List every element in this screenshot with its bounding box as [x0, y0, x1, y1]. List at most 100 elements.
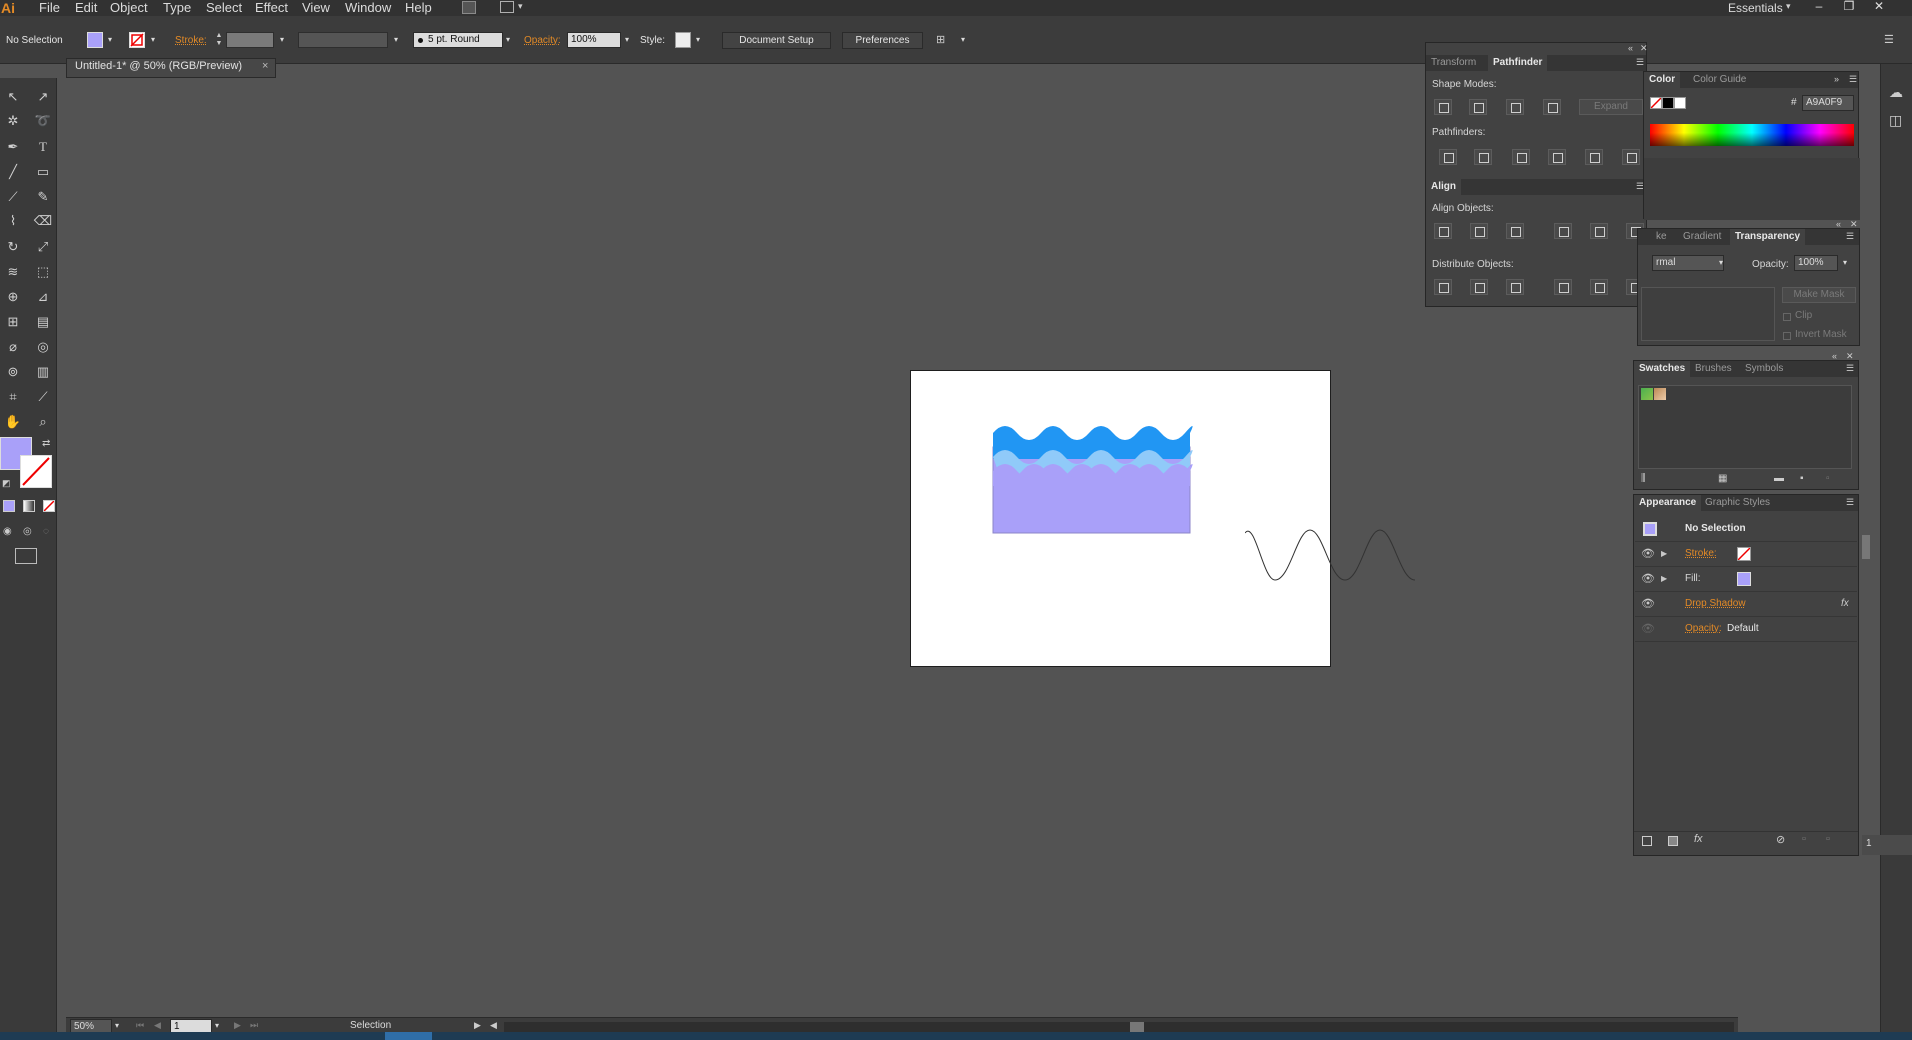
- stroke-label[interactable]: Stroke:: [175, 34, 207, 48]
- fill-dropdown-icon[interactable]: ▾: [105, 32, 115, 48]
- align-to-icon[interactable]: ⊞: [936, 33, 945, 46]
- appearance-stroke-label[interactable]: Stroke:: [1685, 542, 1717, 566]
- opacity-label[interactable]: Opacity:: [524, 34, 561, 48]
- eye-icon[interactable]: 👁: [1641, 547, 1655, 561]
- appearance-fill-swatch[interactable]: [1737, 572, 1751, 586]
- menu-select[interactable]: Select: [206, 0, 242, 16]
- distribute-top-icon[interactable]: [1434, 279, 1452, 295]
- expand-button[interactable]: Expand: [1579, 99, 1643, 115]
- color-spectrum[interactable]: [1650, 124, 1854, 146]
- menu-file[interactable]: File: [39, 0, 60, 16]
- expand-triangle-icon[interactable]: ▶: [1661, 572, 1667, 586]
- rotate-tool-icon[interactable]: ↻: [2, 236, 24, 258]
- appearance-effect-row[interactable]: 👁 Drop Shadow fx: [1635, 592, 1857, 617]
- swatches-menu-icon[interactable]: ☰: [1846, 363, 1854, 374]
- transparency-collapse-icon[interactable]: «: [1836, 219, 1841, 229]
- tab-transform[interactable]: Transform: [1426, 55, 1481, 71]
- bridge-icon[interactable]: [462, 1, 476, 14]
- menu-effect[interactable]: Effect: [255, 0, 288, 16]
- warp-tool-icon[interactable]: ≋: [2, 261, 24, 283]
- unite-icon[interactable]: [1434, 99, 1452, 115]
- gradient-mode-icon[interactable]: [23, 500, 35, 512]
- column-graph-tool-icon[interactable]: ▥: [32, 361, 54, 383]
- tab-symbols[interactable]: Symbols: [1740, 361, 1788, 377]
- perspective-grid-tool-icon[interactable]: ⊿: [32, 286, 54, 308]
- brush-definition[interactable]: 5 pt. Round: [413, 32, 503, 48]
- screen-mode-icon[interactable]: [15, 548, 37, 564]
- appearance-opacity-row[interactable]: 👁 Opacity: Default: [1635, 617, 1857, 642]
- symbol-sprayer-tool-icon[interactable]: ⊚: [2, 361, 24, 383]
- opacity-dropdown-icon[interactable]: ▾: [622, 32, 632, 48]
- close-icon[interactable]: ✕: [1870, 0, 1888, 12]
- stroke-weight-field[interactable]: [226, 32, 274, 48]
- distribute-bottom-icon[interactable]: [1506, 279, 1524, 295]
- minus-front-icon[interactable]: [1469, 99, 1487, 115]
- gradient-tool-icon[interactable]: ▤: [32, 311, 54, 333]
- opacity-field[interactable]: 100%: [567, 32, 621, 48]
- show-swatch-kinds-icon[interactable]: ▦: [1718, 473, 1727, 484]
- pencil-tool-icon[interactable]: ✎: [32, 186, 54, 208]
- scroll-left-icon[interactable]: ◀: [490, 1020, 497, 1031]
- new-swatch-icon[interactable]: ▪: [1800, 473, 1804, 484]
- horizontal-scroll-thumb[interactable]: [1130, 1022, 1144, 1032]
- clear-appearance-icon[interactable]: ⊘: [1776, 833, 1785, 846]
- paintbrush-tool-icon[interactable]: ⟋: [2, 186, 24, 208]
- swatch-libraries-icon[interactable]: ⫼: [1641, 473, 1646, 484]
- fx-icon[interactable]: fx: [1841, 592, 1849, 616]
- eye-icon[interactable]: 👁: [1641, 622, 1655, 636]
- type-tool-icon[interactable]: T: [32, 136, 54, 158]
- tab-align[interactable]: Align: [1426, 179, 1461, 195]
- hex-input[interactable]: A9A0F9: [1802, 95, 1854, 111]
- fill-swatch[interactable]: [87, 32, 103, 48]
- toolbox-stroke-swatch[interactable]: [20, 455, 52, 488]
- distribute-vertical-center-icon[interactable]: [1470, 279, 1488, 295]
- black-swatch[interactable]: [1662, 97, 1674, 109]
- stroke-dropdown-icon[interactable]: ▾: [148, 32, 158, 48]
- appearance-stroke-row[interactable]: 👁 ▶ Stroke:: [1635, 542, 1857, 567]
- align-dropdown-icon[interactable]: ▾: [958, 32, 968, 48]
- align-vertical-center-icon[interactable]: [1590, 223, 1608, 239]
- appearance-stroke-swatch[interactable]: [1737, 547, 1751, 561]
- swatch-item-pattern-brown[interactable]: [1654, 388, 1666, 400]
- appearance-fill-row[interactable]: 👁 ▶ Fill:: [1635, 567, 1857, 592]
- blend-mode-dropdown-icon[interactable]: ▾: [1716, 255, 1726, 271]
- eye-icon[interactable]: 👁: [1641, 597, 1655, 611]
- hand-tool-icon[interactable]: ✋: [2, 411, 24, 433]
- tab-brushes[interactable]: Brushes: [1690, 361, 1737, 377]
- color-mode-icon[interactable]: [3, 500, 15, 512]
- graphic-style-swatch[interactable]: [675, 32, 691, 48]
- taskbar-active-item[interactable]: [385, 1032, 432, 1040]
- make-mask-button[interactable]: Make Mask: [1782, 287, 1856, 303]
- swatches-close-icon[interactable]: ✕: [1846, 351, 1854, 362]
- intersect-icon[interactable]: [1506, 99, 1524, 115]
- blob-brush-tool-icon[interactable]: ⌇: [2, 210, 24, 232]
- minimize-icon[interactable]: –: [1810, 0, 1828, 12]
- stroke-swatch[interactable]: [129, 32, 145, 48]
- menu-edit[interactable]: Edit: [75, 0, 97, 16]
- align-left-icon[interactable]: [1434, 223, 1452, 239]
- color-menu-icon[interactable]: ☰: [1849, 74, 1857, 85]
- invert-mask-checkbox[interactable]: [1783, 332, 1791, 340]
- align-horizontal-center-icon[interactable]: [1470, 223, 1488, 239]
- stroke-weight-stepper[interactable]: ▲ ▼: [214, 32, 224, 48]
- variable-width-profile[interactable]: [298, 32, 388, 48]
- minus-back-icon[interactable]: [1622, 149, 1640, 165]
- previous-artboard-icon[interactable]: ◀: [154, 1020, 161, 1031]
- last-artboard-icon[interactable]: ⏭: [250, 1020, 258, 1031]
- menu-type[interactable]: Type: [163, 0, 191, 16]
- white-swatch[interactable]: [1674, 97, 1686, 109]
- delete-item-icon[interactable]: ▫: [1826, 833, 1830, 845]
- arrange-documents-icon[interactable]: [500, 1, 514, 13]
- control-panel-menu-icon[interactable]: ☰: [1884, 33, 1894, 46]
- status-menu-icon[interactable]: ▶: [474, 1020, 481, 1031]
- distribute-left-icon[interactable]: [1554, 279, 1572, 295]
- default-fill-stroke-icon[interactable]: ◩: [2, 478, 11, 489]
- menu-view[interactable]: View: [302, 0, 330, 16]
- scale-tool-icon[interactable]: ⤢: [32, 236, 54, 258]
- none-mode-icon[interactable]: [43, 500, 55, 512]
- profile-dropdown-icon[interactable]: ▾: [391, 32, 401, 48]
- tab-gradient[interactable]: Gradient: [1678, 229, 1726, 245]
- stroke-weight-dropdown-icon[interactable]: ▾: [277, 32, 287, 48]
- appearance-opacity-label[interactable]: Opacity:: [1685, 617, 1722, 641]
- next-artboard-icon[interactable]: ▶: [234, 1020, 241, 1031]
